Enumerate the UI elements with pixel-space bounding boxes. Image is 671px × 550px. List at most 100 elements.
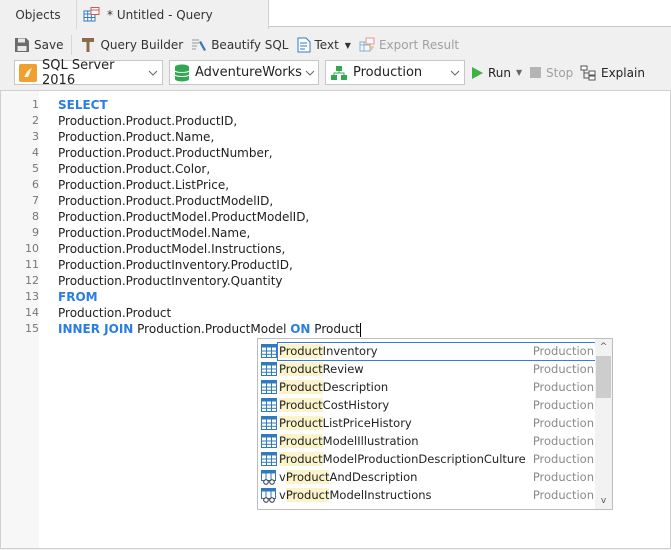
sql-text: Production.ProductModel.ProductModelID, xyxy=(58,210,310,224)
view-icon xyxy=(260,487,278,503)
beautify-sql-label: Beautify SQL xyxy=(211,38,289,52)
query-builder-button[interactable]: Query Builder xyxy=(80,34,183,56)
code-line[interactable]: 2 Production.Product.ProductID, xyxy=(1,113,670,129)
code-text: Production.Product.Name, xyxy=(58,129,214,145)
tab-bar: Objects * Untitled - Query xyxy=(0,0,671,29)
name-part: CostHistory xyxy=(322,397,390,412)
code-line[interactable]: 13 FROM xyxy=(1,289,670,305)
name-part: ModelProductionDescriptionCulture xyxy=(322,451,526,466)
scrollbar-thumb[interactable] xyxy=(596,356,611,398)
text-mode-label: Text xyxy=(314,38,339,52)
name-part: Description xyxy=(322,379,389,394)
code-text: Production.Product.ListPrice, xyxy=(58,177,229,193)
export-result-button[interactable]: Export Result xyxy=(359,34,459,56)
code-line[interactable]: 1 SELECT xyxy=(1,97,670,113)
chevron-down-icon xyxy=(302,70,318,76)
code-line[interactable]: 12 Production.ProductInventory.Quantity xyxy=(1,273,670,289)
run-label: Run xyxy=(488,65,512,80)
autocomplete-item[interactable]: ProductReview Production xyxy=(260,360,596,378)
autocomplete-item-name: ProductReview Production xyxy=(278,361,596,378)
code-line[interactable]: 11 Production.ProductInventory.ProductID, xyxy=(1,257,670,273)
save-button[interactable]: Save xyxy=(14,34,63,56)
run-button[interactable]: Run ▼ xyxy=(472,60,522,85)
sql-text: Production.Product.Color, xyxy=(58,162,211,176)
autocomplete-item-schema: Production xyxy=(532,379,594,394)
tab-objects[interactable]: Objects xyxy=(0,0,77,29)
run-dropdown-arrow-icon[interactable]: ▼ xyxy=(516,68,522,77)
autocomplete-item[interactable]: ProductModelProductionDescriptionCulture… xyxy=(260,450,596,468)
autocomplete-item-schema: Production xyxy=(532,415,594,430)
database-select[interactable]: AdventureWorks xyxy=(169,60,319,85)
code-text: SELECT xyxy=(58,97,108,113)
sql-text: Production.Product.ListPrice, xyxy=(58,178,230,192)
code-line[interactable]: 5 Production.Product.Color, xyxy=(1,161,670,177)
export-result-icon xyxy=(359,37,375,53)
text-dropdown-arrow-icon[interactable]: ▼ xyxy=(345,41,351,50)
stop-button[interactable]: Stop xyxy=(530,60,573,85)
line-number: 14 xyxy=(25,306,39,319)
server-select-value: SQL Server 2016 xyxy=(42,57,115,88)
beautify-sql-button[interactable]: Beautify SQL xyxy=(191,34,289,56)
code-text: Production.ProductInventory.ProductID, xyxy=(58,257,293,273)
code-lines: 1 SELECT 2 Production.Product.ProductID, 3 Pr… xyxy=(1,97,670,337)
scroll-down-arrow-icon[interactable]: v xyxy=(595,493,612,509)
code-text: Production.Product.ProductModelID, xyxy=(58,193,273,209)
autocomplete-item[interactable]: vProductAndDescription Production xyxy=(260,468,596,486)
autocomplete-scrollbar[interactable]: ^ v xyxy=(595,339,612,509)
toolbar-divider xyxy=(71,35,73,55)
autocomplete-item-name: ProductModelIllustration Production xyxy=(278,433,596,450)
autocomplete-item[interactable]: ProductCostHistory Production xyxy=(260,396,596,414)
database-icon xyxy=(174,64,190,82)
code-line[interactable]: 10 Production.ProductModel.Instructions, xyxy=(1,241,670,257)
sql-text: Production.ProductInventory.ProductID, xyxy=(58,258,293,272)
autocomplete-item[interactable]: ProductInventory Production xyxy=(260,341,597,361)
code-text: Production.ProductModel.Name, xyxy=(58,225,250,241)
sql-keyword: SELECT xyxy=(58,98,108,112)
chevron-down-icon xyxy=(446,70,464,76)
code-line[interactable]: 6 Production.Product.ListPrice, xyxy=(1,177,670,193)
text-mode-button[interactable]: Text ▼ xyxy=(297,34,351,56)
schema-select[interactable]: Production xyxy=(325,60,465,85)
sql-text: Production.ProductInventory.Quantity xyxy=(58,274,283,288)
autocomplete-item[interactable]: vProductModelInstructions Production xyxy=(260,486,596,504)
autocomplete-item-name: ProductModelProductionDescriptionCulture… xyxy=(278,451,596,468)
table-icon xyxy=(260,343,278,359)
code-line[interactable]: 15 INNER JOIN Production.ProductModel ON … xyxy=(1,321,670,337)
tab-query[interactable]: * Untitled - Query xyxy=(77,0,269,29)
code-line[interactable]: 8 Production.ProductModel.ProductModelID, xyxy=(1,209,670,225)
line-number: 6 xyxy=(32,178,39,191)
scroll-up-arrow-icon[interactable]: ^ xyxy=(595,339,612,355)
match-highlight: Product xyxy=(285,487,330,502)
query-table-icon xyxy=(83,6,101,23)
autocomplete-item-schema: Production xyxy=(532,469,594,484)
view-icon xyxy=(260,469,278,485)
sql-text: Production.ProductModel.Name, xyxy=(58,226,251,240)
table-icon xyxy=(260,451,278,467)
code-line[interactable]: 14 Production.Product xyxy=(1,305,670,321)
sql-text: Product xyxy=(310,322,360,336)
code-text: Production.Product.ProductID, xyxy=(58,113,237,129)
sql-text: Production.ProductModel xyxy=(133,322,291,336)
line-number: 9 xyxy=(32,226,39,239)
sql-editor[interactable]: 1 SELECT 2 Production.Product.ProductID, 3 Pr… xyxy=(0,90,671,549)
line-number: 1 xyxy=(32,98,39,111)
code-text: Production.ProductModel.Instructions, xyxy=(58,241,285,257)
line-number: 7 xyxy=(32,194,39,207)
explain-button[interactable]: Explain xyxy=(580,60,645,85)
autocomplete-item[interactable]: ProductModelIllustration Production xyxy=(260,432,596,450)
server-select[interactable]: SQL Server 2016 xyxy=(14,57,163,88)
match-highlight: Product xyxy=(279,415,323,430)
line-number: 2 xyxy=(32,114,39,127)
line-number: 11 xyxy=(25,258,39,271)
autocomplete-item-schema: Production xyxy=(532,451,594,466)
code-line[interactable]: 4 Production.Product.ProductNumber, xyxy=(1,145,670,161)
code-line[interactable]: 3 Production.Product.Name, xyxy=(1,129,670,145)
code-line[interactable]: 9 Production.ProductModel.Name, xyxy=(1,225,670,241)
code-line[interactable]: 7 Production.Product.ProductModelID, xyxy=(1,193,670,209)
chevron-down-icon xyxy=(144,70,162,76)
line-number: 5 xyxy=(32,162,39,175)
autocomplete-item[interactable]: ProductListPriceHistory Production xyxy=(260,414,596,432)
explain-label: Explain xyxy=(601,65,645,80)
autocomplete-item[interactable]: ProductDescription Production xyxy=(260,378,596,396)
code-text: Production.Product.Color, xyxy=(58,161,210,177)
